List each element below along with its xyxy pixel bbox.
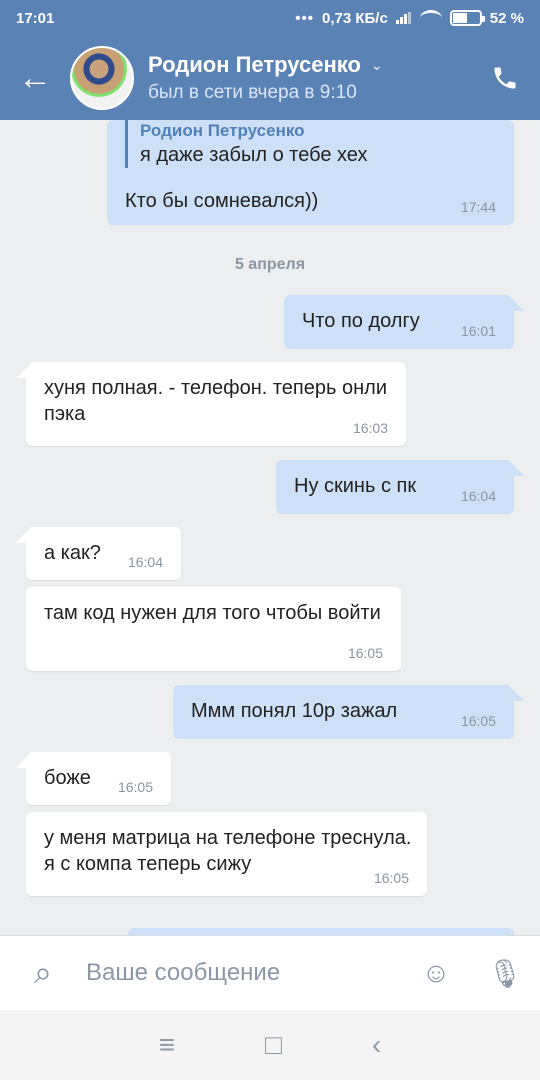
message-bubble-outgoing-partial[interactable] bbox=[128, 928, 514, 935]
top-header: 17:01 ••• 0,73 КБ/с 52 % ← Родион Петрус… bbox=[0, 0, 540, 120]
message-text: у меня матрица на телефоне треснула. я с… bbox=[44, 827, 412, 875]
date-separator: 5 апреля bbox=[234, 256, 306, 273]
bubble-tail bbox=[508, 460, 524, 476]
signal-icon bbox=[395, 12, 412, 24]
message-composer: ⌕ Ваше сообщение ☺ 🎙 bbox=[0, 935, 540, 1010]
message-time: 16:05 bbox=[460, 712, 496, 729]
home-icon[interactable]: □ bbox=[265, 1029, 282, 1061]
status-time: 17:01 bbox=[16, 9, 55, 27]
message-time: 16:05 bbox=[347, 644, 383, 661]
message-bubble-incoming[interactable]: а как? 16:04 bbox=[16, 527, 181, 580]
system-nav-bar: ≡ □ ‹ bbox=[0, 1010, 540, 1080]
reply-text: я даже забыл о тебе хех bbox=[140, 144, 368, 167]
contact-status: был в сети вчера в 9:10 bbox=[148, 82, 357, 103]
chat-header: ← Родион Петрусенко ⌄ был в сети вчера в… bbox=[0, 36, 540, 120]
message-text: Что по долгу bbox=[302, 310, 420, 332]
message-input[interactable]: Ваше сообщение bbox=[86, 959, 402, 987]
message-time: 16:05 bbox=[117, 778, 153, 795]
contact-name-row[interactable]: Родион Петрусенко ⌄ bbox=[148, 52, 470, 78]
bubble-tail bbox=[16, 752, 32, 768]
menu-icon[interactable]: ≡ bbox=[159, 1029, 175, 1061]
arrow-left-icon[interactable]: ← bbox=[0, 36, 70, 120]
message-time: 16:04 bbox=[460, 487, 496, 504]
bubble-tail bbox=[16, 527, 32, 543]
notification-dots-icon: ••• bbox=[295, 9, 314, 27]
message-time: 17:44 bbox=[460, 198, 496, 215]
reply-preview[interactable]: Родион Петрусенко я даже забыл о тебе хе… bbox=[125, 120, 368, 169]
bubble-tail bbox=[16, 362, 32, 378]
microphone-icon[interactable]: 🎙 bbox=[470, 957, 540, 990]
smile-icon[interactable]: ☺ bbox=[402, 957, 470, 989]
bubble-tail bbox=[508, 295, 524, 311]
message-bubble-outgoing[interactable]: Ммм понял 10р зажал 16:05 bbox=[173, 685, 524, 739]
message-list[interactable]: Родион Петрусенко я даже забыл о тебе хе… bbox=[0, 120, 540, 935]
message-text: хуня полная. - телефон. теперь онли пэка bbox=[44, 377, 387, 425]
message-bubble-incoming[interactable]: там код нужен для того чтобы войти 16:05 bbox=[26, 587, 401, 671]
message-text: Кто бы сомневался)) bbox=[125, 190, 319, 212]
back-nav-icon[interactable]: ‹ bbox=[372, 1029, 381, 1061]
message-text: Ну скинь с пк bbox=[294, 475, 417, 497]
message-text: Ммм понял 10р зажал bbox=[191, 700, 398, 722]
battery-percent: 52 % bbox=[489, 9, 524, 27]
message-bubble-incoming[interactable]: у меня матрица на телефоне треснула. я с… bbox=[26, 812, 427, 896]
message-bubble-outgoing[interactable]: Что по долгу 16:01 bbox=[284, 295, 524, 349]
avatar[interactable] bbox=[70, 46, 134, 110]
message-bubble-incoming[interactable]: боже 16:05 bbox=[16, 752, 171, 805]
message-bubble-outgoing[interactable]: Ну скинь с пк 16:04 bbox=[276, 460, 524, 514]
wifi-icon bbox=[419, 10, 442, 26]
message-text: а как? bbox=[44, 542, 101, 564]
contact-name: Родион Петрусенко bbox=[148, 52, 361, 77]
message-time: 16:01 bbox=[460, 322, 496, 339]
phone-icon[interactable] bbox=[470, 36, 540, 120]
status-indicators: ••• 0,73 КБ/с 52 % bbox=[295, 10, 524, 27]
message-time: 16:04 bbox=[127, 553, 163, 570]
bubble-tail bbox=[508, 685, 524, 701]
battery-icon bbox=[449, 10, 485, 26]
message-text: боже bbox=[44, 767, 91, 789]
message-bubble-incoming[interactable]: хуня полная. - телефон. теперь онли пэка… bbox=[16, 362, 406, 446]
chevron-down-icon: ⌄ bbox=[370, 56, 383, 73]
contact-info[interactable]: Родион Петрусенко ⌄ был в сети вчера в 9… bbox=[148, 52, 470, 104]
network-speed: 0,73 КБ/с bbox=[321, 9, 388, 27]
status-bar: 17:01 ••• 0,73 КБ/с 52 % bbox=[0, 0, 540, 36]
reply-author: Родион Петрусенко bbox=[140, 121, 305, 140]
paperclip-icon[interactable]: ⌕ bbox=[0, 954, 86, 992]
message-time: 16:05 bbox=[373, 869, 409, 886]
message-time: 16:03 bbox=[352, 419, 388, 436]
message-text: там код нужен для того чтобы войти bbox=[44, 602, 381, 624]
message-bubble-outgoing[interactable]: Родион Петрусенко я даже забыл о тебе хе… bbox=[107, 120, 514, 225]
